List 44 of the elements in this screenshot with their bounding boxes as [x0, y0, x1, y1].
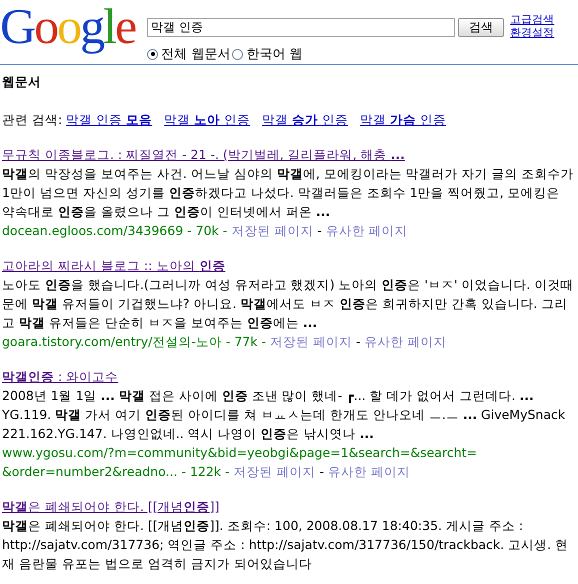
separator: -	[181, 464, 186, 479]
result-url: docean.egloos.com/3439669	[2, 223, 184, 238]
result-snippet: 노아도 인증을 했습니다.(그러니까 여성 유저라고 했겠지) 노아의 인증은 'ㅂㅈ' 이었습니다. 이것때문에 막갤 유저들이 기겁했느냐? 아니요. 막갤에서도 ㅂㅈ 인증은 희귀하지만 간혹 있습니다. 그리고 막갤 유저들은 단순히 ㅂㅈ을 보여주는 인증에는 ...	[2, 276, 574, 332]
search-button[interactable]: 검색	[458, 18, 504, 37]
result-url: www.ygosu.com/?m=community&bid=yeobgi&page=1&search=&searcht=	[2, 444, 477, 462]
similar-pages-link[interactable]: 유사한 페이지	[326, 223, 408, 238]
separator: -	[356, 334, 360, 349]
cached-page-link[interactable]: 저장된 페이지	[234, 464, 316, 479]
result-title[interactable]: 막갤인증 : 와이고수	[2, 367, 576, 386]
related-label: 관련 검색:	[2, 111, 62, 129]
result-size: 70k	[196, 223, 219, 238]
separator: -	[187, 223, 192, 238]
related-link[interactable]: 막갤 승가 인증	[262, 111, 348, 129]
cached-page-link[interactable]: 저장된 페이지	[270, 334, 352, 349]
radio-label: 한국어 웹	[246, 46, 302, 63]
related-link[interactable]: 막갤 가슴 인증	[360, 111, 446, 129]
separator: -	[320, 464, 324, 479]
header-link[interactable]: 고급검색	[510, 13, 554, 26]
separator: -	[317, 223, 322, 238]
cached-page-link[interactable]: 저장된 페이지	[231, 223, 314, 238]
result-url: goara.tistory.com/entry/전설의-노아	[2, 334, 222, 349]
search-field[interactable]: 막갤 인증	[147, 18, 456, 37]
google-logo: Google	[0, 0, 136, 52]
result-size: 77k	[234, 334, 258, 349]
result-size: 122k	[190, 464, 222, 479]
separator: -	[222, 223, 228, 238]
radio-button[interactable]	[147, 48, 158, 60]
related-link[interactable]: 막갤 인증 모음	[66, 111, 152, 129]
section-heading: 웹문서	[2, 73, 42, 91]
radio-button[interactable]	[232, 48, 244, 60]
similar-pages-link[interactable]: 유사한 페이지	[328, 464, 410, 479]
result-url: &order=number2&readno...	[2, 464, 178, 479]
result-snippet: 2008년 1월 1일 ... 막갤 접은 사이에 인증 조낸 많이 했네- ┏... 할 데가 없어서 그런데다. ... YG.119. 막갤 가서 여기 인증된 아이디를 쳐 ㅂㅛㅅ는데 한개도 안나오네 ㅡ.ㅡ ... GiveMySnack 221.162.YG.147. 나영인없네.. 역시 나영이 인증은 낚시엿나 ...	[2, 387, 566, 443]
separator: -	[225, 464, 230, 479]
result-title[interactable]: 무규칙 이종블로그. : 찌질열전 - 21 -. (박기벌레, 길리플라워, 해충 ...	[2, 145, 576, 164]
header-link[interactable]: 환경설정	[510, 26, 554, 39]
result-title[interactable]: 고아라의 찌라시 블로그 :: 노아의 인증	[2, 256, 576, 275]
separator: -	[226, 334, 230, 349]
similar-pages-link[interactable]: 유사한 페이지	[364, 334, 446, 349]
separator: -	[261, 334, 266, 349]
radio-label: 전체 웹문서	[161, 46, 230, 63]
related-link[interactable]: 막갤 노아 인증	[164, 111, 250, 129]
result-snippet: 막갤의 막장성을 보여주는 사건. 어느날 심야의 막갤에, 모에킹이라는 막갤러가 자기 글의 조회수가 1만이 넘으면 자신의 성기를 인증하겠다고 나섰다. 막갤러들은 조회수 1만을 찍어줬고, 모에킹은 약속대로 인증을 올렸으나 그 인증이 인터넷에서 퍼온 ...	[2, 165, 575, 221]
result-snippet: 막갤은 폐쇄되어야 한다. [[개념인증]]. 조회수: 100, 2008.08.17 18:40:35. 게시글 주소 : http://sajatv.com/317736; 역인글 주소 : http://sajatv.com/317736/150/trackback. 고시생. 현재 음란물 유포는 법으로 엄격히 금지가 되어있습니다	[2, 517, 570, 573]
